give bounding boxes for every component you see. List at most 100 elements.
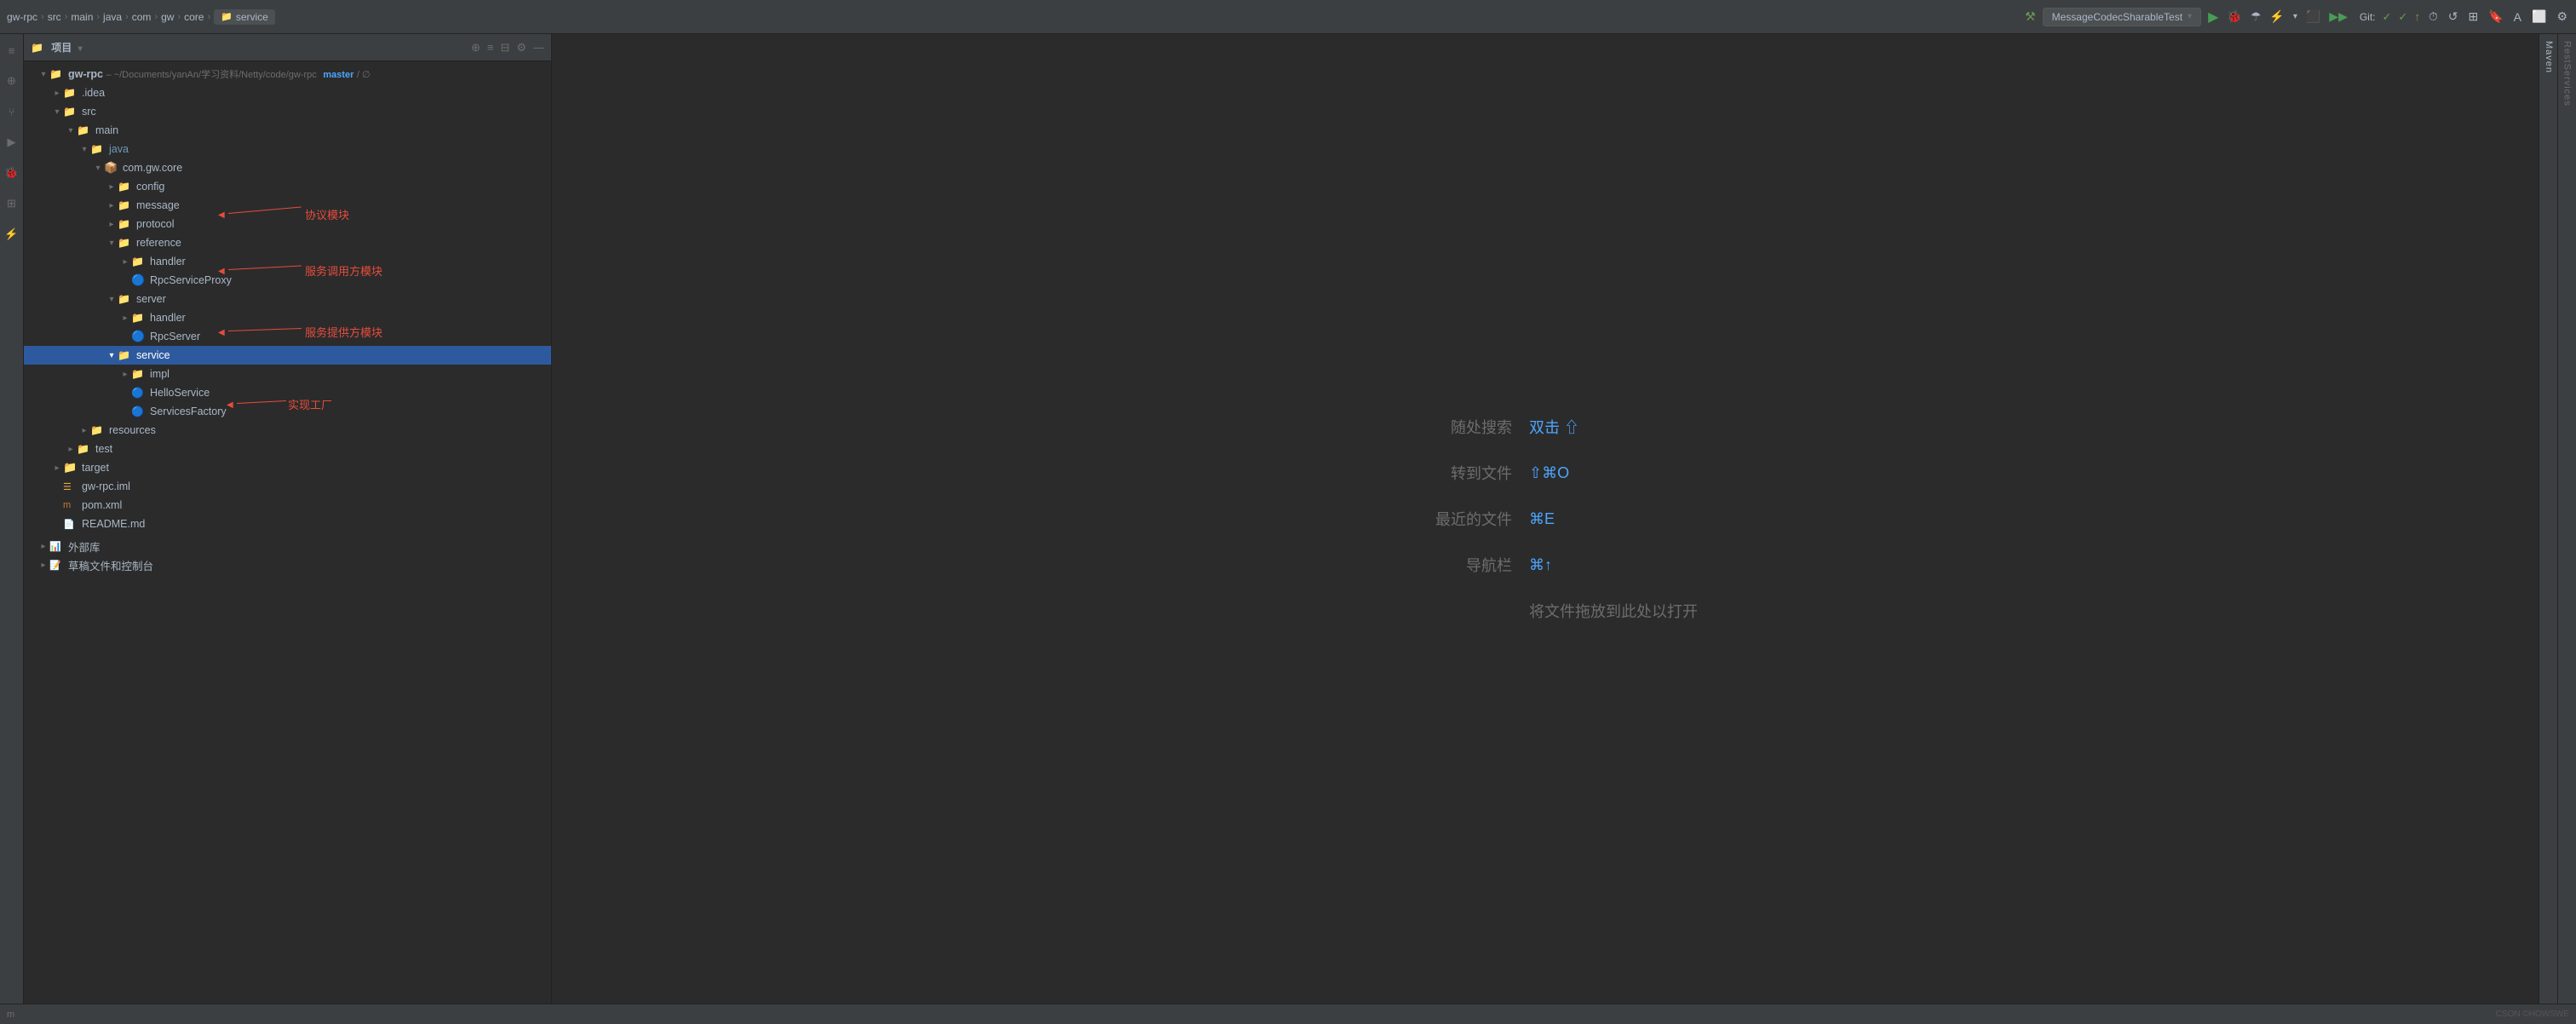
pom-icon: m [63,500,78,510]
tree-item-scratch[interactable]: 📝 草稿文件和控制台 [24,555,551,574]
tree-item-java[interactable]: 📁 java [24,140,551,158]
bottom-left-label: m [7,1010,14,1020]
tree-item-config[interactable]: 📁 config [24,177,551,196]
breadcrumb: gw-rpc › src › main › java › com › gw › … [7,9,275,25]
tree-item-protocol[interactable]: 📁 protocol [24,215,551,233]
tree-item-reference[interactable]: 📁 reference [24,233,551,252]
breadcrumb-item[interactable]: java [103,11,122,23]
tree-item-services-factory[interactable]: 🔵 ServicesFactory [24,402,551,421]
rest-services-strip[interactable]: RestServices [2557,34,2576,1004]
java-label: java [109,143,129,155]
stop-button[interactable]: ⬛ [2304,8,2322,26]
breadcrumb-item[interactable]: com [132,11,152,23]
run-configuration[interactable]: MessageCodecSharableTest ▾ [2043,8,2201,26]
tree-item-hello-service[interactable]: 🔵 HelloService [24,383,551,402]
navbar-shortcut: ⌘↑ [1529,556,1552,574]
tree-item-rpc-server[interactable]: 🔵 RpcServer [24,327,551,346]
target-label: target [82,462,109,474]
package-icon: 📦 [104,161,119,175]
target-folder-icon: 📁 [63,461,78,475]
git-check2-icon[interactable]: ✓ [2398,10,2407,24]
maven-label: Maven [2539,34,2557,80]
tree-item-src[interactable]: 📁 src [24,102,551,121]
close-panel-icon[interactable]: — [533,41,544,55]
srv-handler-label: handler [150,312,186,324]
tree-item-com-gw-core[interactable]: 📦 com.gw.core [24,158,551,177]
main-folder-icon: 📁 [77,124,92,136]
run-button[interactable]: ▶ [2206,7,2220,27]
coverage-button[interactable]: ☂ [2249,8,2263,26]
impl-label: impl [150,368,170,380]
tree-item-iml[interactable]: ☰ gw-rpc.iml [24,477,551,496]
vcs-icon[interactable]: ⊞ [2466,8,2480,26]
collapse-icon[interactable]: ⊟ [500,41,509,55]
git-revert-icon[interactable]: ↺ [2447,8,2460,26]
main-label: main [95,124,118,136]
file-panel: 📁 项目 ▾ ⊕ ≡ ⊟ ⚙ — 📁 gw-rpc [24,34,552,1004]
tree-item-readme[interactable]: 📄 README.md [24,515,551,533]
tree-item-ref-handler[interactable]: 📁 handler [24,252,551,271]
tree-item-external-libs[interactable]: 📊 外部库 [24,537,551,555]
server-folder-icon: 📁 [118,293,133,305]
search-label: 随处搜索 [1393,416,1512,438]
test-folder-icon: 📁 [77,443,92,455]
git-check-icon[interactable]: ✓ [2383,10,2392,24]
breadcrumb-item[interactable]: main [71,11,93,23]
debug-button[interactable]: 🐞 [2225,8,2243,26]
tree-item-srv-handler[interactable]: 📁 handler [24,308,551,327]
sidebar-icon-structure[interactable]: ⊞ [3,194,21,213]
tree-item-main[interactable]: 📁 main [24,121,551,140]
more-run-icon[interactable]: ▾ [2291,10,2299,23]
settings-icon[interactable]: ⚙ [2555,8,2569,26]
tree-item-message[interactable]: 📁 message [24,196,551,215]
welcome-search: 随处搜索 双击 ⇧ [1393,416,1579,438]
run-config-dropdown-icon[interactable]: ▾ [2188,12,2192,21]
file-tree: 📁 gw-rpc – ~/Documents/yanAn/学习资料/Netty/… [24,61,551,578]
service-folder-icon: 📁 [118,349,133,361]
resume-button[interactable]: ▶▶ [2327,8,2349,26]
tree-item-service[interactable]: 📁 service [24,346,551,365]
rpc-server-icon: 🔵 [131,330,147,343]
breadcrumb-item[interactable]: src [48,11,61,23]
recent-shortcut: ⌘E [1529,510,1555,528]
bottom-right-label: CSON ©HOWSWE [2496,1010,2569,1019]
sidebar-icon-vcs[interactable]: ⑂ [3,102,21,121]
tree-item-rpc-proxy[interactable]: 🔵 RpcServiceProxy [24,271,551,290]
tree-root[interactable]: 📁 gw-rpc – ~/Documents/yanAn/学习资料/Netty/… [24,65,551,83]
tree-item-server[interactable]: 📁 server [24,290,551,308]
panel-header: 📁 项目 ▾ ⊕ ≡ ⊟ ⚙ — [24,34,551,61]
panel-dropdown-icon[interactable]: ▾ [78,44,83,54]
sidebar-icon-plugins[interactable]: ⚡ [3,225,21,244]
locate-icon[interactable]: ⊕ [471,41,480,55]
scroll-from-source-icon[interactable]: ≡ [487,41,494,55]
sidebar-icon-debug[interactable]: 🐞 [3,164,21,182]
breadcrumb-item[interactable]: core [184,11,204,23]
build-icon[interactable]: ⚒ [2023,8,2038,26]
tree-item-impl[interactable]: 📁 impl [24,365,551,383]
sidebar-icon-run[interactable]: ▶ [3,133,21,152]
tree-item-resources[interactable]: 📁 resources [24,421,551,440]
tree-item-pom[interactable]: m pom.xml [24,496,551,515]
git-history-icon[interactable]: ⏱ [2427,8,2440,26]
iml-label: gw-rpc.iml [82,480,130,492]
protocol-label: protocol [136,218,174,230]
ext-libs-icon: 📊 [49,541,65,552]
sidebar-icon-project[interactable]: ≡ [3,41,21,60]
bookmark-icon[interactable]: 🔖 [2487,8,2504,26]
translate-icon[interactable]: A [2512,9,2523,26]
profile-button[interactable]: ⚡ [2268,8,2286,26]
tree-item-test[interactable]: 📁 test [24,440,551,458]
maximize-icon[interactable]: ⬜ [2530,8,2548,26]
tree-item-target[interactable]: 📁 target [24,458,551,477]
tree-item-idea[interactable]: 📁 .idea [24,83,551,102]
message-folder-icon: 📁 [118,199,133,211]
sidebar-icon-search[interactable]: ⊕ [3,72,21,90]
git-push-icon[interactable]: ↑ [2414,10,2420,23]
maven-strip[interactable]: Maven [2539,34,2557,1004]
breadcrumb-item-last[interactable]: service [214,9,275,25]
panel-header-actions: ⊕ ≡ ⊟ ⚙ — [471,41,544,55]
gear-icon[interactable]: ⚙ [516,41,526,55]
services-factory-icon: 🔵 [131,406,147,417]
breadcrumb-item[interactable]: gw [161,11,174,23]
breadcrumb-item[interactable]: gw-rpc [7,11,37,23]
